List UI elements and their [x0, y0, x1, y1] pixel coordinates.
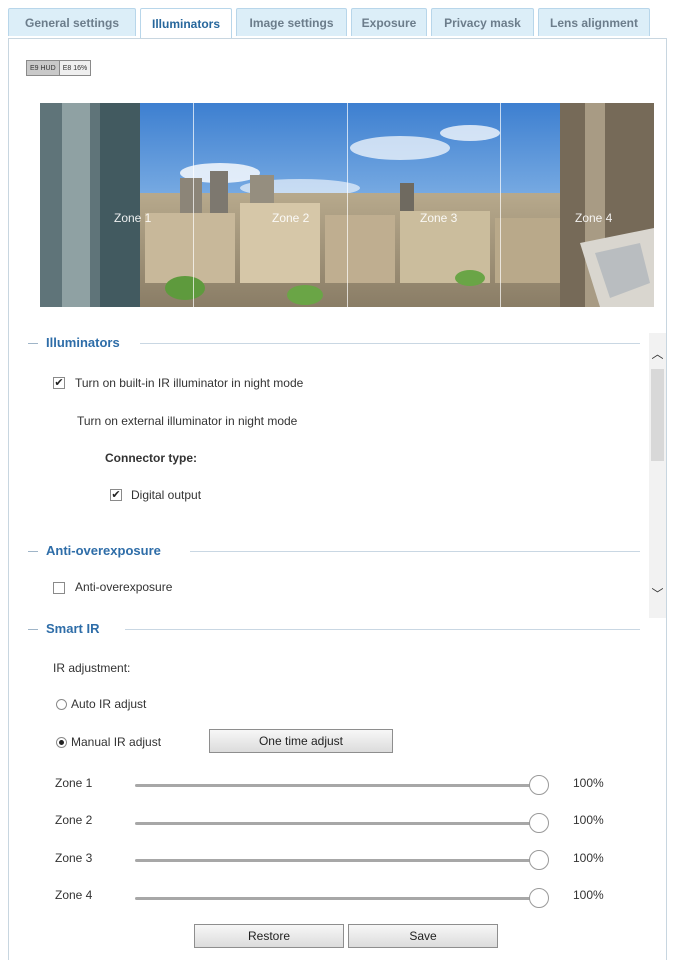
anti-overexposure-label: Anti-overexposure [75, 580, 173, 594]
view-mode-left[interactable]: E9 HUD [27, 61, 60, 75]
auto-ir-adjust-radio[interactable] [56, 699, 67, 710]
zone-4-slider[interactable] [135, 897, 543, 900]
zone-1-value: 100% [573, 776, 604, 790]
zone-1-label: Zone 1 [55, 776, 93, 790]
view-mode-badge[interactable]: E9 HUD E8 16% [26, 60, 92, 76]
zone-divider [500, 103, 501, 307]
zone-divider [193, 103, 194, 307]
zone-4-value: 100% [573, 888, 604, 902]
preview-zone-2-label: Zone 2 [272, 211, 310, 225]
camera-preview: Zone 1 Zone 2 Zone 3 Zone 4 [40, 103, 654, 307]
zone-1-slider-handle[interactable] [529, 775, 549, 795]
zone-2-label: Zone 2 [55, 813, 93, 827]
tab-privacy-mask[interactable]: Privacy mask [431, 8, 534, 36]
zone-2-slider-handle[interactable] [529, 813, 549, 833]
zone-1-slider[interactable] [135, 784, 543, 787]
tab-image-settings[interactable]: Image settings [236, 8, 347, 36]
save-button[interactable]: Save [348, 924, 498, 948]
builtin-ir-checkbox[interactable]: ✔ [53, 377, 65, 389]
anti-overexposure-section-title: Anti-overexposure [42, 543, 167, 558]
one-time-adjust-button[interactable]: One time adjust [209, 729, 393, 753]
digital-output-checkbox[interactable]: ✔ [110, 489, 122, 501]
tab-lens-alignment[interactable]: Lens alignment [538, 8, 650, 36]
manual-ir-adjust-label: Manual IR adjust [71, 735, 162, 749]
scroll-up-icon[interactable]: ︿ [649, 343, 666, 363]
restore-button[interactable]: Restore [194, 924, 344, 948]
external-illuminator-label: Turn on external illuminator in night mo… [77, 414, 298, 428]
ir-adjustment-label: IR adjustment: [53, 661, 131, 675]
digital-output-label: Digital output [131, 488, 202, 502]
zone-3-slider-handle[interactable] [529, 850, 549, 870]
zone-3-value: 100% [573, 851, 604, 865]
view-mode-right[interactable]: E8 16% [60, 61, 91, 75]
connector-type-label: Connector type: [105, 451, 198, 465]
zone-2-slider[interactable] [135, 822, 543, 825]
manual-ir-adjust-radio[interactable] [56, 737, 67, 748]
illuminators-section-title: Illuminators [42, 335, 126, 350]
zone-divider [347, 103, 348, 307]
zone-2-value: 100% [573, 813, 604, 827]
preview-zone-1-label: Zone 1 [114, 211, 152, 225]
tab-exposure[interactable]: Exposure [351, 8, 427, 36]
tab-bar: General settings Illuminators Image sett… [8, 8, 667, 39]
preview-zone-4-label: Zone 4 [575, 211, 613, 225]
section-divider [140, 343, 640, 344]
zone-3-slider[interactable] [135, 859, 543, 862]
builtin-ir-label: Turn on built-in IR illuminator in night… [75, 376, 304, 390]
section-divider [28, 551, 38, 552]
smart-ir-section-title: Smart IR [42, 621, 106, 636]
anti-overexposure-checkbox[interactable] [53, 582, 65, 594]
scroll-down-icon[interactable]: ﹀ [649, 583, 666, 603]
section-divider [28, 629, 38, 630]
tab-illuminators[interactable]: Illuminators [140, 8, 232, 39]
settings-scrollbar[interactable]: ︿ ﹀ [649, 333, 666, 618]
zone-4-label: Zone 4 [55, 888, 93, 902]
zone-3-label: Zone 3 [55, 851, 93, 865]
section-divider [28, 343, 38, 344]
zone-4-slider-handle[interactable] [529, 888, 549, 908]
section-divider [125, 629, 640, 630]
preview-zone-3-label: Zone 3 [420, 211, 458, 225]
scroll-thumb[interactable] [651, 369, 664, 461]
section-divider [190, 551, 640, 552]
auto-ir-adjust-label: Auto IR adjust [71, 697, 147, 711]
tab-general-settings[interactable]: General settings [8, 8, 136, 36]
